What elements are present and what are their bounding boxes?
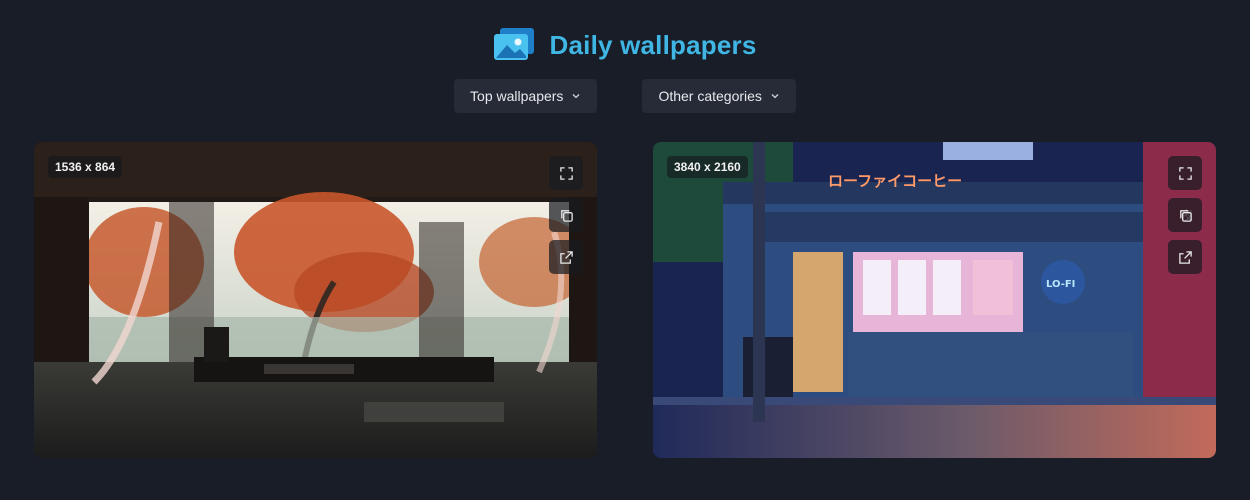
- open-external-button[interactable]: [1168, 240, 1202, 274]
- open-external-button[interactable]: [549, 240, 583, 274]
- copy-icon: [560, 209, 573, 222]
- open-external-icon: [559, 250, 573, 264]
- image-gallery-icon: [493, 28, 534, 60]
- copy-button[interactable]: [1168, 198, 1202, 232]
- wallpaper-image-autumn-room: [34, 142, 597, 458]
- wallpaper-card[interactable]: ローファイコーヒー LO-FI 夜 3840 x 2160: [653, 142, 1216, 458]
- fullscreen-button[interactable]: [1168, 156, 1202, 190]
- fullscreen-icon: [1178, 166, 1192, 180]
- dropdown-label: Other categories: [658, 88, 762, 104]
- wallpaper-image-lofi-coffee-shop: ローファイコーヒー LO-FI 夜: [653, 142, 1216, 458]
- top-wallpapers-dropdown[interactable]: Top wallpapers: [454, 79, 598, 113]
- filter-bar: Top wallpapers Other categories: [0, 79, 1250, 113]
- other-categories-dropdown[interactable]: Other categories: [642, 79, 796, 113]
- page-title: Daily wallpapers: [549, 29, 757, 60]
- copy-button[interactable]: [549, 198, 583, 232]
- wallpaper-card[interactable]: 1536 x 864: [34, 142, 597, 458]
- fullscreen-button[interactable]: [549, 156, 583, 190]
- app-header: Daily wallpapers: [0, 24, 1250, 66]
- resolution-badge: 3840 x 2160: [667, 156, 748, 178]
- card-actions: [1168, 156, 1202, 274]
- resolution-badge: 1536 x 864: [48, 156, 123, 178]
- copy-icon: [1179, 209, 1192, 222]
- neon-sign-text: LO-FI: [1046, 279, 1075, 290]
- chevron-down-icon: [771, 94, 779, 99]
- shop-sign-text: ローファイコーヒー: [828, 172, 962, 190]
- open-external-icon: [1178, 250, 1192, 264]
- chevron-down-icon: [572, 94, 580, 99]
- card-actions: [549, 156, 583, 274]
- fullscreen-icon: [559, 166, 573, 180]
- dropdown-label: Top wallpapers: [470, 88, 564, 104]
